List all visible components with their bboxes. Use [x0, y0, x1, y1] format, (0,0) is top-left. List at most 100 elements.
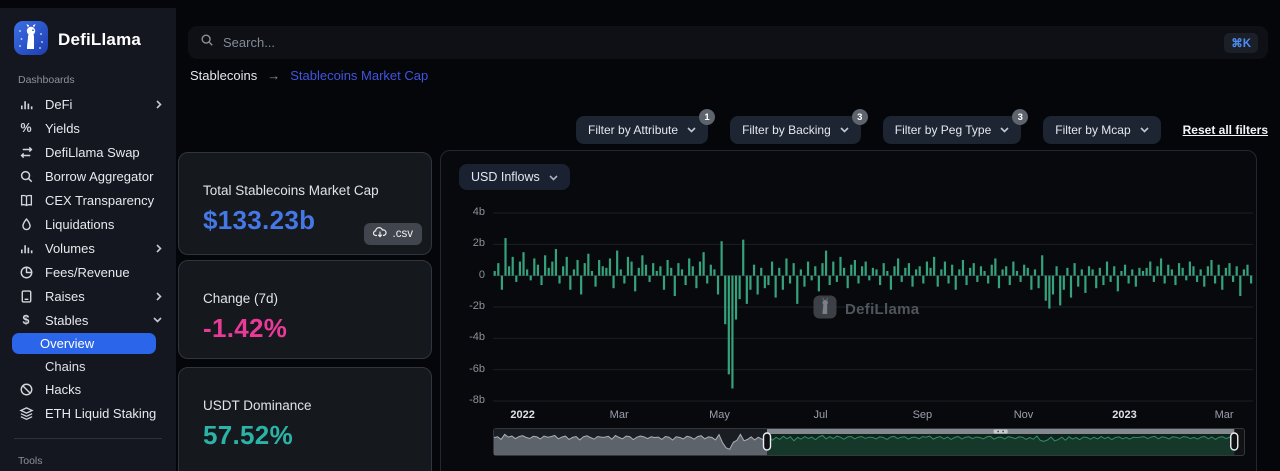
filter-count-badge: 3: [1012, 109, 1029, 125]
sidebar-item-defi[interactable]: DeFi: [0, 92, 176, 116]
chart-watermark: DefiLlama: [813, 295, 919, 324]
y-axis-tick: 4b: [472, 206, 485, 218]
sidebar-item-label: Volumes: [45, 240, 95, 256]
watermark-llama-icon: [813, 295, 837, 324]
sidebar-item-fees-revenue[interactable]: Fees/Revenue: [0, 260, 176, 284]
chevron-down-icon: [549, 170, 558, 184]
sidebar-section-label: Tools: [18, 455, 43, 467]
sidebar-item-liquidations[interactable]: Liquidations: [0, 212, 176, 236]
filter-count-badge: 3: [851, 109, 868, 125]
defillama-logo-icon: [13, 20, 49, 61]
sidebar-item-chains[interactable]: Chains: [0, 355, 176, 377]
sidebar-item-label: Yields: [45, 120, 80, 136]
csv-label: .csv: [392, 228, 413, 240]
series-selector-dropdown[interactable]: USD Inflows: [459, 164, 570, 190]
sidebar-item-stables[interactable]: $ Stables: [0, 308, 176, 332]
filter-button-label: Filter by Backing: [742, 123, 831, 137]
sidebar-item-label: Borrow Aggregator: [45, 168, 154, 184]
y-axis-tick: -8b: [469, 393, 485, 406]
sidebar-item-label: DeFi: [45, 96, 73, 112]
breadcrumb-parent[interactable]: Stablecoins: [190, 68, 257, 83]
sidebar: DefiLlama Dashboards DeFi% Yields DefiLlama…: [0, 8, 176, 471]
sidebar-divider: [14, 438, 162, 439]
sidebar-section-label: Dashboards: [18, 74, 75, 86]
x-axis-tick: Nov: [1013, 409, 1034, 421]
layers-icon: [18, 405, 34, 421]
sidebar-item-cex-transparency[interactable]: CEX Transparency: [0, 188, 176, 212]
filter-button-filter-by-attribute[interactable]: Filter by Attribute 1: [576, 109, 716, 144]
series-selector-label: USD Inflows: [471, 170, 540, 184]
sidebar-item-eth-liquid-staking[interactable]: ETH Liquid Staking: [0, 401, 176, 425]
sidebar-item-label: Fees/Revenue: [45, 264, 130, 280]
stat-label: USDT Dominance: [203, 398, 312, 413]
stat-label: Change (7d): [203, 291, 279, 306]
slash-circle-icon: [18, 381, 34, 397]
chevron-down-icon: [687, 127, 696, 133]
sidebar-item-hacks[interactable]: Hacks: [0, 377, 176, 401]
bar-chart-icon: [18, 96, 34, 112]
breadcrumb-arrow-icon: →: [267, 68, 281, 83]
sidebar-item-borrow-aggregator[interactable]: Borrow Aggregator: [0, 164, 176, 188]
chevron-down-icon: [1000, 127, 1009, 133]
usdt-dominance-card: USDT Dominance 57.52%: [178, 367, 432, 471]
bar-chart-icon: [18, 240, 34, 256]
x-axis-tick: 2022: [510, 409, 535, 421]
download-csv-button[interactable]: .csv: [363, 223, 422, 245]
chart-brush[interactable]: [493, 428, 1245, 456]
y-axis-tick: -2b: [469, 299, 485, 312]
x-axis-tick: Mar: [609, 409, 629, 421]
chevron-down-icon: [840, 127, 849, 133]
total-marketcap-card: Total Stablecoins Market Cap $133.23b .c…: [178, 152, 432, 255]
search-icon: [200, 33, 214, 52]
sidebar-item-overview[interactable]: Overview: [12, 333, 156, 354]
sidebar-item-label: ETH Liquid Staking: [45, 405, 157, 421]
keyboard-shortcut-badge: ⌘K: [1224, 32, 1258, 53]
sidebar-item-raises[interactable]: Raises: [0, 284, 176, 308]
dollar-icon: $: [22, 313, 30, 327]
filter-button-filter-by-mcap[interactable]: Filter by Mcap: [1043, 116, 1161, 144]
chevron-right-icon: [156, 99, 162, 109]
pie-icon: [18, 264, 34, 280]
chevron-down-icon: [153, 317, 162, 323]
brand-name: DefiLlama: [58, 30, 142, 49]
x-axis-tick: Mar: [1214, 409, 1234, 421]
breadcrumb: Stablecoins → Stablecoins Market Cap: [190, 68, 428, 83]
breadcrumb-current-link[interactable]: Stablecoins Market Cap: [290, 68, 428, 83]
download-cloud-icon: [372, 227, 387, 241]
x-axis-tick: Sep: [912, 409, 933, 421]
usdt-dominance-value: 57.52%: [203, 420, 293, 450]
y-axis-tick: 0: [478, 268, 485, 281]
chevron-right-icon: [156, 243, 162, 253]
search-input[interactable]: [223, 35, 1225, 50]
sidebar-item-label: DefiLlama Swap: [45, 144, 140, 160]
y-axis-tick: 2b: [472, 237, 485, 250]
y-axis-tick: -4b: [469, 331, 485, 344]
reset-all-filters-link[interactable]: Reset all filters: [1183, 123, 1268, 137]
sidebar-item-label: CEX Transparency: [45, 192, 155, 208]
inflows-chart-panel: USD Inflows 4b 2b 0 -2b -4b -6b -8b DefiLlama …: [440, 150, 1257, 471]
sidebar-item-yields[interactable]: % Yields: [0, 116, 176, 140]
x-axis-tick: Jul: [813, 409, 828, 421]
filter-button-filter-by-backing[interactable]: Filter by Backing 3: [730, 109, 868, 144]
search-icon: [18, 168, 34, 184]
sidebar-item-defillama-swap[interactable]: DefiLlama Swap: [0, 140, 176, 164]
sidebar-nav: Dashboards DeFi% Yields DefiLlama Swap Borro…: [0, 74, 176, 467]
doc-icon: [18, 288, 34, 304]
y-axis-tick: -6b: [469, 362, 485, 375]
percent-icon: %: [20, 121, 32, 135]
sidebar-item-volumes[interactable]: Volumes: [0, 236, 176, 260]
brand[interactable]: DefiLlama: [0, 8, 176, 58]
filter-button-label: Filter by Attribute: [588, 123, 679, 137]
droplet-icon: [18, 216, 34, 232]
change-7d-card: Change (7d) -1.42%: [178, 260, 432, 359]
filter-button-filter-by-peg-type[interactable]: Filter by Peg Type 3: [882, 109, 1029, 144]
stat-label: Total Stablecoins Market Cap: [203, 183, 379, 198]
filter-button-label: Filter by Mcap: [1055, 123, 1131, 137]
search-bar[interactable]: ⌘K: [188, 26, 1268, 59]
filters-row: Filter by Attribute 1 Filter by Backing 3 Fi…: [576, 109, 1268, 144]
sidebar-item-label: Liquidations: [45, 216, 115, 232]
filter-count-badge: 1: [699, 109, 716, 125]
x-axis-tick: May: [709, 409, 730, 421]
watermark-text: DefiLlama: [845, 301, 920, 318]
book-icon: [18, 192, 34, 208]
